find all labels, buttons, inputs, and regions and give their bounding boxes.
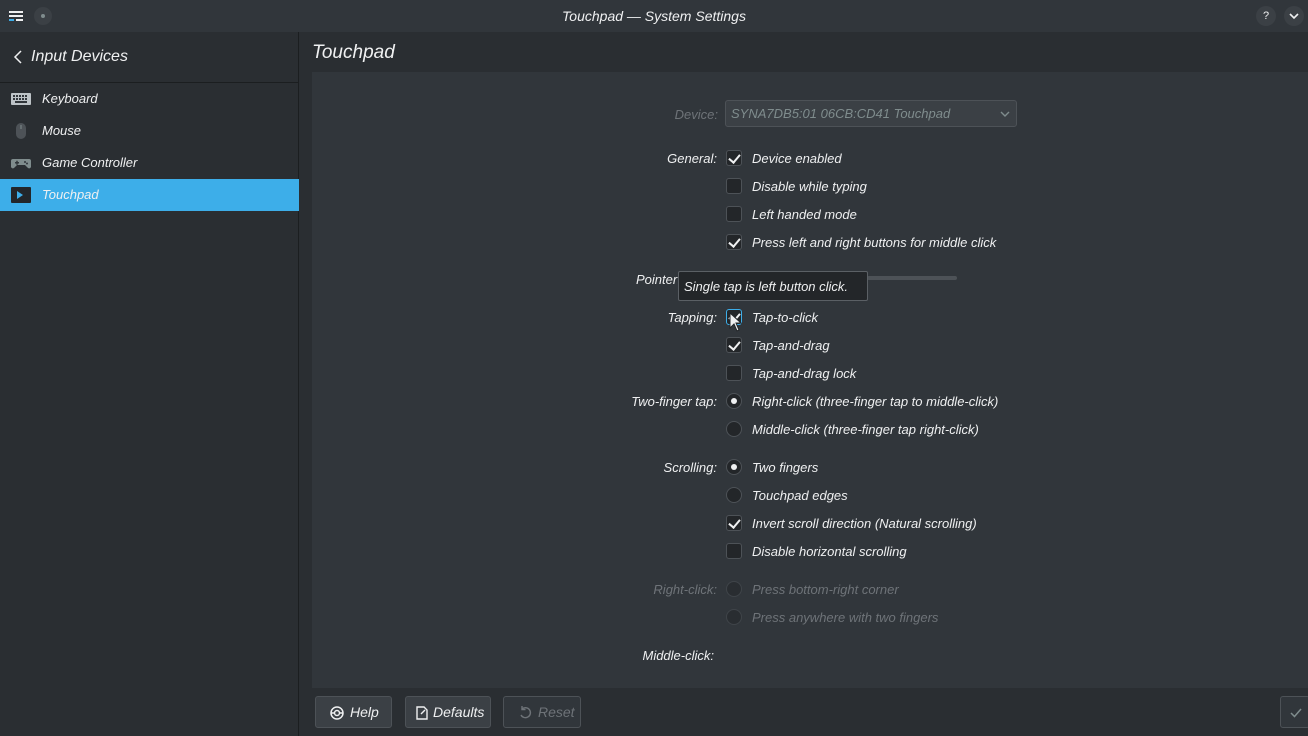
lifebuoy-icon — [330, 706, 344, 720]
window-menu-button[interactable] — [1284, 6, 1304, 26]
chevron-down-icon — [1000, 111, 1010, 117]
right-click-corner-label: Press bottom-right corner — [752, 582, 899, 597]
sidebar-item-keyboard[interactable]: Keyboard — [0, 83, 299, 115]
settings-panel: Device: SYNA7DB5:01 06CB:CD41 Touchpad G… — [312, 72, 1308, 688]
tap-and-drag-lock-label: Tap-and-drag lock — [752, 366, 857, 381]
middle-click-emulation-checkbox[interactable] — [726, 234, 742, 250]
disable-horizontal-scrolling-label: Disable horizontal scrolling — [752, 544, 907, 559]
disable-horizontal-scrolling-checkbox[interactable] — [726, 543, 742, 559]
scroll-touchpad-edges-label: Touchpad edges — [752, 488, 848, 503]
scroll-two-fingers-label: Two fingers — [752, 460, 819, 475]
right-click-label: Right-click: — [653, 582, 717, 597]
tap-to-click-label: Tap-to-click — [752, 310, 818, 325]
reset-button[interactable]: Reset — [503, 696, 581, 728]
pointer-speed-label: Pointer — [636, 272, 678, 287]
keyboard-icon — [11, 93, 31, 105]
tap-and-drag-checkbox[interactable] — [726, 337, 742, 353]
defaults-button-label: Defaults — [433, 704, 485, 720]
middle-click-emulation-label: Press left and right buttons for middle … — [752, 235, 997, 250]
tapping-label: Tapping: — [667, 310, 717, 325]
natural-scrolling-checkbox[interactable] — [726, 515, 742, 531]
mouse-icon — [16, 123, 26, 139]
scroll-two-fingers-radio[interactable] — [726, 459, 742, 475]
sidebar-header-label: Input Devices — [31, 48, 128, 65]
device-enabled-checkbox[interactable] — [726, 150, 742, 166]
chevron-down-icon — [1289, 13, 1299, 20]
sidebar-item-touchpad[interactable]: Touchpad — [0, 179, 299, 211]
apply-button[interactable] — [1280, 696, 1308, 728]
window-title: Touchpad — System Settings — [562, 8, 746, 24]
two-finger-middle-click-label: Middle-click (three-finger tap right-cli… — [752, 422, 979, 437]
sidebar: Input Devices Keyboard Mouse Game Contro… — [0, 32, 299, 736]
sidebar-item-label: Mouse — [42, 123, 82, 138]
help-icon[interactable]: ? — [1256, 6, 1276, 26]
general-label: General: — [667, 151, 717, 166]
natural-scrolling-label: Invert scroll direction (Natural scrolli… — [752, 516, 977, 531]
tap-and-drag-lock-checkbox[interactable] — [726, 365, 742, 381]
checkmark-icon — [1290, 708, 1302, 718]
defaults-button[interactable]: Defaults — [405, 696, 491, 728]
back-arrow-icon[interactable] — [12, 50, 24, 64]
gamepad-icon — [11, 159, 31, 169]
two-finger-middle-click-radio[interactable] — [726, 421, 742, 437]
help-button[interactable]: Help — [315, 696, 392, 728]
device-enabled-label: Device enabled — [752, 151, 842, 166]
sidebar-item-label: Game Controller — [42, 155, 138, 170]
sidebar-item-label: Keyboard — [42, 91, 98, 106]
two-finger-right-click-label: Right-click (three-finger tap to middle-… — [752, 394, 999, 409]
sidebar-item-game-controller[interactable]: Game Controller — [0, 147, 299, 179]
two-finger-tap-label: Two-finger tap: — [631, 394, 717, 409]
right-click-corner-radio[interactable] — [726, 581, 742, 597]
device-select-value: SYNA7DB5:01 06CB:CD41 Touchpad — [731, 106, 951, 121]
scrolling-label: Scrolling: — [663, 460, 717, 475]
page-title: Touchpad — [312, 42, 395, 63]
left-handed-mode-checkbox[interactable] — [726, 206, 742, 222]
touchpad-icon — [11, 187, 31, 203]
disable-while-typing-checkbox[interactable] — [726, 178, 742, 194]
help-button-label: Help — [350, 704, 379, 720]
scroll-touchpad-edges-radio[interactable] — [726, 487, 742, 503]
left-handed-mode-label: Left handed mode — [752, 207, 857, 222]
reset-button-label: Reset — [538, 704, 575, 720]
sidebar-item-label: Touchpad — [42, 187, 99, 202]
device-select[interactable]: SYNA7DB5:01 06CB:CD41 Touchpad — [725, 100, 1017, 127]
mouse-cursor-icon — [729, 312, 743, 332]
two-finger-right-click-radio[interactable] — [726, 393, 742, 409]
right-click-two-fingers-label: Press anywhere with two fingers — [752, 610, 939, 625]
pointer-speed-slider[interactable] — [867, 276, 957, 280]
right-click-two-fingers-radio[interactable] — [726, 609, 742, 625]
document-revert-icon — [416, 706, 428, 720]
undo-icon — [520, 706, 532, 719]
disable-while-typing-label: Disable while typing — [752, 179, 867, 194]
sidebar-header[interactable]: Input Devices — [0, 32, 298, 83]
device-label: Device: — [674, 107, 718, 122]
sidebar-item-mouse[interactable]: Mouse — [0, 115, 299, 147]
tooltip: Single tap is left button click. — [678, 271, 868, 301]
middle-click-label: Middle-click: — [642, 648, 714, 663]
title-bar: Touchpad — System Settings ? — [0, 0, 1308, 32]
tap-and-drag-label: Tap-and-drag — [752, 338, 830, 353]
